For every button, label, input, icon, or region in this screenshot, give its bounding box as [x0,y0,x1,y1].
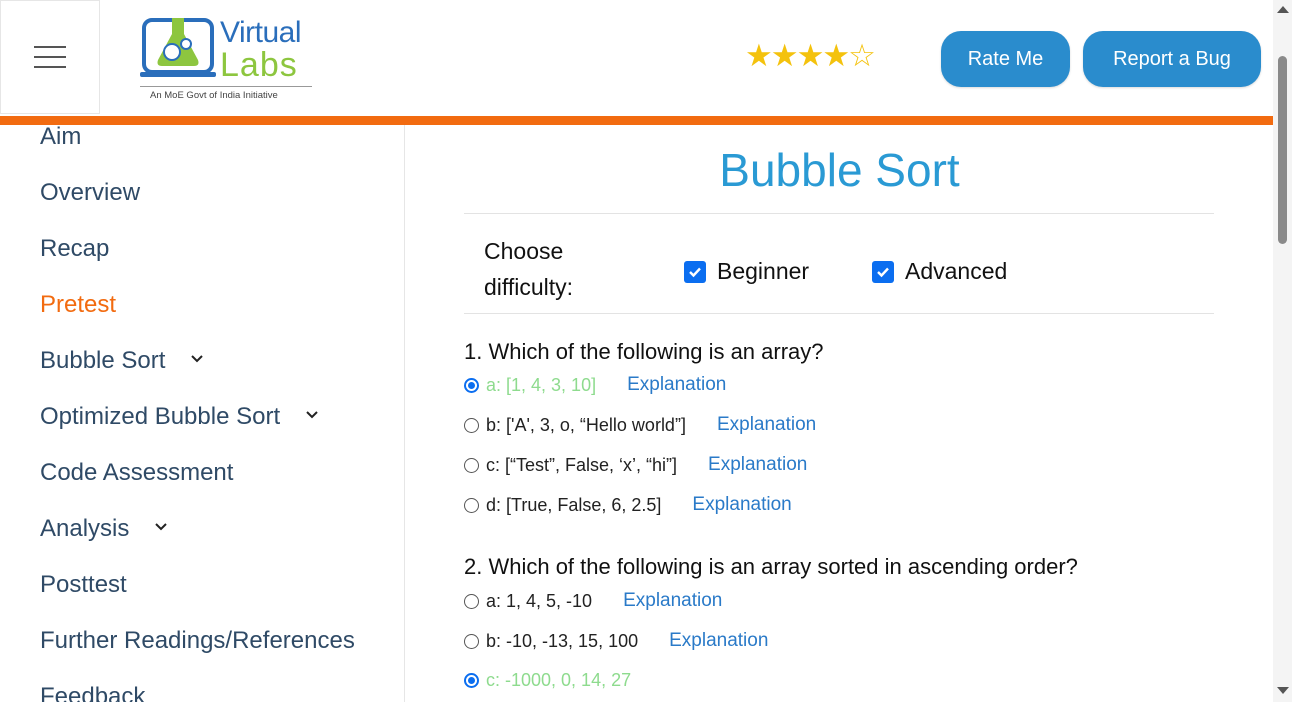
radio-icon[interactable] [464,593,479,609]
divider [464,213,1214,214]
sidebar-item-label: Optimized Bubble Sort [40,403,281,430]
beginner-label: Beginner [717,258,810,284]
hamburger-menu-button[interactable] [0,0,100,114]
sidebar-item-label: Analysis [40,515,130,542]
explanation-link[interactable]: Explanation [669,630,768,652]
scrollbar-thumb[interactable] [1278,56,1287,244]
sidebar-item-aim[interactable]: Aim [40,125,81,151]
scroll-up-arrow-icon[interactable] [1277,6,1289,13]
scroll-down-arrow-icon[interactable] [1277,687,1289,694]
option-text: a: [1, 4, 3, 10] [486,374,597,395]
explanation-link[interactable]: Explanation [627,374,726,396]
explanation-link[interactable]: Explanation [623,590,722,612]
sidebar-item-feedback[interactable]: Feedback [40,683,145,702]
hamburger-icon [34,38,66,76]
q1-option-c[interactable]: c: [“Test”, False, ‘x’, “hi”] Explanatio… [464,454,807,476]
option-text: a: 1, 4, 5, -10 [486,590,593,611]
empty-star-icon: ☆ [848,38,876,74]
sidebar-item-pretest[interactable]: Pretest [40,291,116,319]
option-text: d: [True, False, 6, 2.5] [486,494,662,515]
sidebar-item-bubble-sort[interactable]: Bubble Sort [40,347,204,375]
difficulty-label-line2: difficulty: [484,274,574,300]
sidebar-item-analysis[interactable]: Analysis [40,515,168,543]
logo-word-virtual: Virtual [220,16,302,49]
option-text: b: ['A', 3, o, “Hello world”] [486,414,686,435]
sidebar-item-label: Feedback [40,683,146,702]
option-text: c: [“Test”, False, ‘x’, “hi”] [486,454,678,475]
chevron-down-icon[interactable] [191,353,204,365]
q2-option-b[interactable]: b: -10, -13, 15, 100 Explanation [464,630,768,652]
explanation-link[interactable]: Explanation [692,494,791,516]
sidebar-nav: Aim Overview Recap Pretest Bubble Sort O… [0,125,405,702]
radio-checked-icon[interactable] [464,377,479,393]
virtual-labs-logo[interactable]: Virtual Labs An MoE Govt of India Initia… [136,8,316,106]
sidebar-item-label: Further Readings/References [40,627,355,654]
beginner-checkbox[interactable]: Beginner [684,258,809,285]
question-2-text: 2. Which of the following is an array so… [464,554,1078,579]
advanced-label: Advanced [905,258,1008,284]
sidebar-item-posttest[interactable]: Posttest [40,571,127,599]
chevron-down-icon[interactable] [155,521,168,533]
q1-option-b[interactable]: b: ['A', 3, o, “Hello world”] Explanatio… [464,414,816,436]
report-bug-button[interactable]: Report a Bug [1083,31,1261,87]
explanation-link[interactable]: Explanation [717,414,816,436]
radio-icon[interactable] [464,497,479,513]
chevron-down-icon[interactable] [306,409,318,421]
page-scrollbar[interactable] [1273,0,1292,702]
q1-option-d[interactable]: d: [True, False, 6, 2.5] Explanation [464,494,792,516]
sidebar-item-label: Posttest [40,571,127,598]
star-rating[interactable]: ★★★★☆ [745,38,876,74]
question-1-text: 1. Which of the following is an array? [464,339,824,364]
rate-me-button[interactable]: Rate Me [941,31,1070,87]
logo-divider [140,86,312,87]
sidebar-item-overview[interactable]: Overview [40,179,140,207]
advanced-checkbox[interactable]: Advanced [872,258,1007,285]
radio-icon[interactable] [464,457,479,473]
sidebar-item-label: Pretest [40,291,117,318]
sidebar-item-code-assessment[interactable]: Code Assessment [40,459,233,487]
header: Virtual Labs An MoE Govt of India Initia… [0,0,1273,116]
sidebar-item-label: Overview [40,179,141,206]
option-text: b: -10, -13, 15, 100 [486,630,639,651]
sidebar-item-label: Code Assessment [40,459,234,486]
option-text: c: -1000, 0, 14, 27 [486,670,632,690]
radio-icon[interactable] [464,633,479,649]
sidebar-item-label: Recap [40,235,110,262]
sidebar-item-label: Bubble Sort [40,347,166,374]
logo-word-labs: Labs [220,46,298,84]
radio-icon[interactable] [464,417,479,433]
filled-stars-icon: ★★★★ [745,38,850,74]
divider [464,313,1214,314]
sidebar-item-recap[interactable]: Recap [40,235,109,263]
difficulty-label-line1: Choose [484,238,564,264]
logo-tagline: An MoE Govt of India Initiative [150,90,278,101]
q1-option-a[interactable]: a: [1, 4, 3, 10] Explanation [464,374,726,396]
checkbox-checked-icon[interactable] [872,260,894,283]
checkbox-checked-icon[interactable] [684,260,706,283]
radio-checked-icon[interactable] [464,673,479,688]
explanation-link[interactable]: Explanation [708,454,807,476]
q2-option-c[interactable]: c: -1000, 0, 14, 27 [464,670,631,691]
sidebar-item-optimized-bubble-sort[interactable]: Optimized Bubble Sort [40,403,318,431]
header-accent-bar [0,116,1273,125]
q2-option-a[interactable]: a: 1, 4, 5, -10 Explanation [464,590,722,612]
main-content: Bubble Sort Choose difficulty: Beginner … [406,125,1273,702]
sidebar-item-label: Aim [40,125,82,150]
sidebar-item-further-readings[interactable]: Further Readings/References [40,627,355,655]
flask-monitor-icon [140,18,216,77]
page-title: Bubble Sort [719,144,960,196]
difficulty-label: Choose difficulty: [484,233,573,305]
